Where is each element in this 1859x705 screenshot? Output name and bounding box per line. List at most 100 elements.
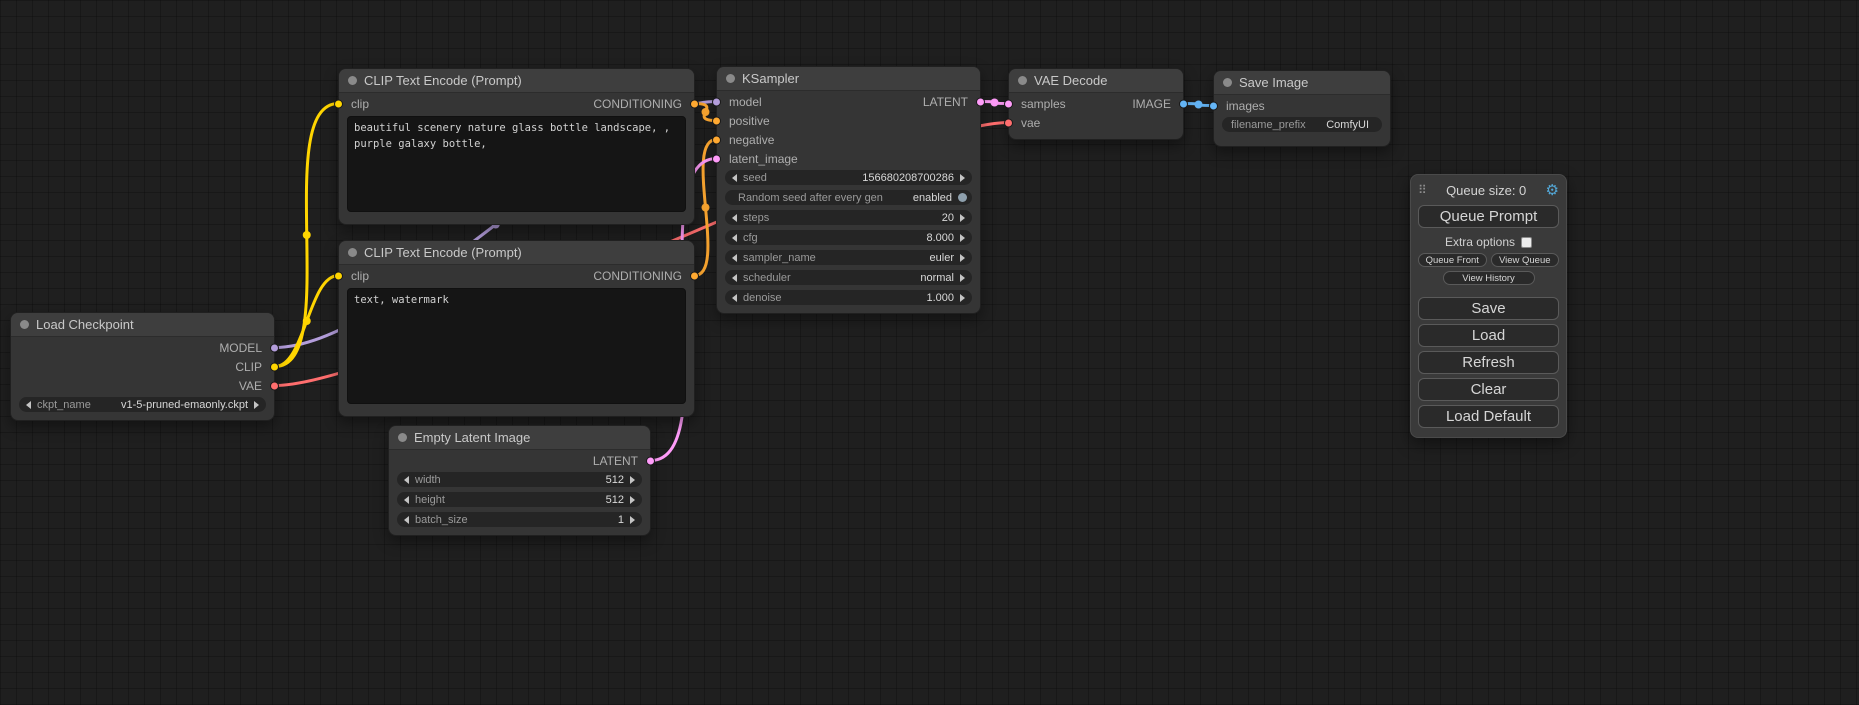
node-titlebar[interactable]: CLIP Text Encode (Prompt) bbox=[339, 241, 694, 265]
widget-random-seed-toggle[interactable]: Random seed after every gen enabled bbox=[725, 190, 972, 205]
input-slot-model[interactable] bbox=[712, 97, 721, 106]
prev-value-arrow-icon[interactable] bbox=[26, 401, 31, 409]
increment-arrow-icon[interactable] bbox=[960, 214, 965, 222]
input-slot-clip[interactable] bbox=[334, 271, 343, 280]
widget-denoise[interactable]: denoise 1.000 bbox=[725, 290, 972, 305]
collapse-dot-icon[interactable] bbox=[20, 320, 29, 329]
decrement-arrow-icon[interactable] bbox=[404, 516, 409, 524]
toggle-dot-icon[interactable] bbox=[958, 193, 967, 202]
collapse-dot-icon[interactable] bbox=[1223, 78, 1232, 87]
output-label-latent: LATENT bbox=[593, 454, 638, 468]
widget-steps[interactable]: steps 20 bbox=[725, 210, 972, 225]
input-slot-latent-image[interactable] bbox=[712, 154, 721, 163]
decrement-arrow-icon[interactable] bbox=[404, 496, 409, 504]
input-slot-samples[interactable] bbox=[1004, 99, 1013, 108]
link-midpoint-dot-checkpoint-clip-to-positive-clip bbox=[303, 231, 311, 239]
input-slot-vae[interactable] bbox=[1004, 118, 1013, 127]
collapse-dot-icon[interactable] bbox=[1018, 76, 1027, 85]
increment-arrow-icon[interactable] bbox=[960, 294, 965, 302]
node-vae-decode[interactable]: VAE Decode samples IMAGE vae bbox=[1008, 68, 1184, 140]
save-button[interactable]: Save bbox=[1418, 297, 1559, 320]
node-titlebar[interactable]: Load Checkpoint bbox=[11, 313, 274, 337]
output-slot-vae[interactable] bbox=[270, 381, 279, 390]
decrement-arrow-icon[interactable] bbox=[404, 476, 409, 484]
node-load-checkpoint[interactable]: Load Checkpoint MODEL CLIP VAE ckpt_name… bbox=[10, 312, 275, 421]
node-titlebar[interactable]: VAE Decode bbox=[1009, 69, 1183, 93]
output-slot-conditioning[interactable] bbox=[690, 99, 699, 108]
view-history-button[interactable]: View History bbox=[1443, 271, 1535, 285]
widget-cfg[interactable]: cfg 8.000 bbox=[725, 230, 972, 245]
output-slot-clip[interactable] bbox=[270, 362, 279, 371]
negative-prompt-textarea[interactable]: text, watermark bbox=[347, 288, 686, 404]
output-slot-model[interactable] bbox=[270, 343, 279, 352]
load-button[interactable]: Load bbox=[1418, 324, 1559, 347]
decrement-arrow-icon[interactable] bbox=[732, 214, 737, 222]
input-label-images: images bbox=[1226, 99, 1265, 113]
widget-sampler-name[interactable]: sampler_name euler bbox=[725, 250, 972, 265]
widget-label: Random seed after every gen bbox=[738, 192, 883, 204]
decrement-arrow-icon[interactable] bbox=[732, 294, 737, 302]
node-titlebar[interactable]: Save Image bbox=[1214, 71, 1390, 95]
collapse-dot-icon[interactable] bbox=[348, 248, 357, 257]
node-titlebar[interactable]: CLIP Text Encode (Prompt) bbox=[339, 69, 694, 93]
next-value-arrow-icon[interactable] bbox=[960, 274, 965, 282]
input-slot-positive[interactable] bbox=[712, 116, 721, 125]
refresh-button[interactable]: Refresh bbox=[1418, 351, 1559, 374]
output-slot-conditioning[interactable] bbox=[690, 271, 699, 280]
queue-prompt-button[interactable]: Queue Prompt bbox=[1418, 205, 1559, 228]
node-title: VAE Decode bbox=[1034, 73, 1107, 88]
widget-scheduler[interactable]: scheduler normal bbox=[725, 270, 972, 285]
load-default-button[interactable]: Load Default bbox=[1418, 405, 1559, 428]
settings-gear-icon[interactable]: ⚙ bbox=[1546, 181, 1559, 199]
increment-arrow-icon[interactable] bbox=[630, 476, 635, 484]
widget-width[interactable]: width 512 bbox=[397, 472, 642, 487]
prev-value-arrow-icon[interactable] bbox=[732, 254, 737, 262]
input-slot-clip[interactable] bbox=[334, 99, 343, 108]
widget-label: height bbox=[415, 494, 445, 506]
output-slot-latent[interactable] bbox=[646, 456, 655, 465]
widget-label: width bbox=[415, 474, 441, 486]
widget-seed[interactable]: seed 156680208700286 bbox=[725, 170, 972, 185]
node-clip-text-encode-positive[interactable]: CLIP Text Encode (Prompt) clip CONDITION… bbox=[338, 68, 695, 225]
node-titlebar[interactable]: Empty Latent Image bbox=[389, 426, 650, 450]
menu-panel[interactable]: ⠿ Queue size: 0 ⚙ Queue Prompt Extra opt… bbox=[1410, 174, 1567, 438]
node-empty-latent-image[interactable]: Empty Latent Image LATENT width 512 heig… bbox=[388, 425, 651, 536]
menu-header: ⠿ Queue size: 0 ⚙ bbox=[1418, 179, 1559, 201]
clear-button[interactable]: Clear bbox=[1418, 378, 1559, 401]
increment-arrow-icon[interactable] bbox=[960, 174, 965, 182]
queue-front-button[interactable]: Queue Front bbox=[1418, 253, 1487, 267]
extra-options-checkbox[interactable] bbox=[1521, 237, 1532, 248]
slot-row: samples IMAGE bbox=[1009, 95, 1183, 112]
widget-ckpt-name[interactable]: ckpt_name v1-5-pruned-emaonly.ckpt bbox=[19, 397, 266, 412]
view-queue-button[interactable]: View Queue bbox=[1491, 253, 1560, 267]
node-titlebar[interactable]: KSampler bbox=[717, 67, 980, 91]
input-slot-negative[interactable] bbox=[712, 135, 721, 144]
widget-label: denoise bbox=[743, 292, 782, 304]
output-label-vae: VAE bbox=[239, 379, 262, 393]
collapse-dot-icon[interactable] bbox=[398, 433, 407, 442]
node-ksampler[interactable]: KSampler model LATENT positive negative … bbox=[716, 66, 981, 314]
decrement-arrow-icon[interactable] bbox=[732, 234, 737, 242]
collapse-dot-icon[interactable] bbox=[726, 74, 735, 83]
collapse-dot-icon[interactable] bbox=[348, 76, 357, 85]
output-slot-image[interactable] bbox=[1179, 99, 1188, 108]
node-clip-text-encode-negative[interactable]: CLIP Text Encode (Prompt) clip CONDITION… bbox=[338, 240, 695, 417]
decrement-arrow-icon[interactable] bbox=[732, 174, 737, 182]
widget-value: normal bbox=[920, 272, 954, 284]
increment-arrow-icon[interactable] bbox=[960, 234, 965, 242]
drag-handle-icon[interactable]: ⠿ bbox=[1418, 183, 1427, 197]
next-value-arrow-icon[interactable] bbox=[960, 254, 965, 262]
node-save-image[interactable]: Save Image images filename_prefix ComfyU… bbox=[1213, 70, 1391, 147]
increment-arrow-icon[interactable] bbox=[630, 496, 635, 504]
widget-value: 156680208700286 bbox=[862, 172, 954, 184]
next-value-arrow-icon[interactable] bbox=[254, 401, 259, 409]
widget-height[interactable]: height 512 bbox=[397, 492, 642, 507]
input-slot-images[interactable] bbox=[1209, 101, 1218, 110]
positive-prompt-textarea[interactable]: beautiful scenery nature glass bottle la… bbox=[347, 116, 686, 212]
increment-arrow-icon[interactable] bbox=[630, 516, 635, 524]
widget-batch-size[interactable]: batch_size 1 bbox=[397, 512, 642, 527]
widget-filename-prefix[interactable]: filename_prefix ComfyUI bbox=[1222, 117, 1382, 132]
node-graph-canvas[interactable]: Load Checkpoint MODEL CLIP VAE ckpt_name… bbox=[0, 0, 1859, 705]
prev-value-arrow-icon[interactable] bbox=[732, 274, 737, 282]
output-slot-latent[interactable] bbox=[976, 97, 985, 106]
